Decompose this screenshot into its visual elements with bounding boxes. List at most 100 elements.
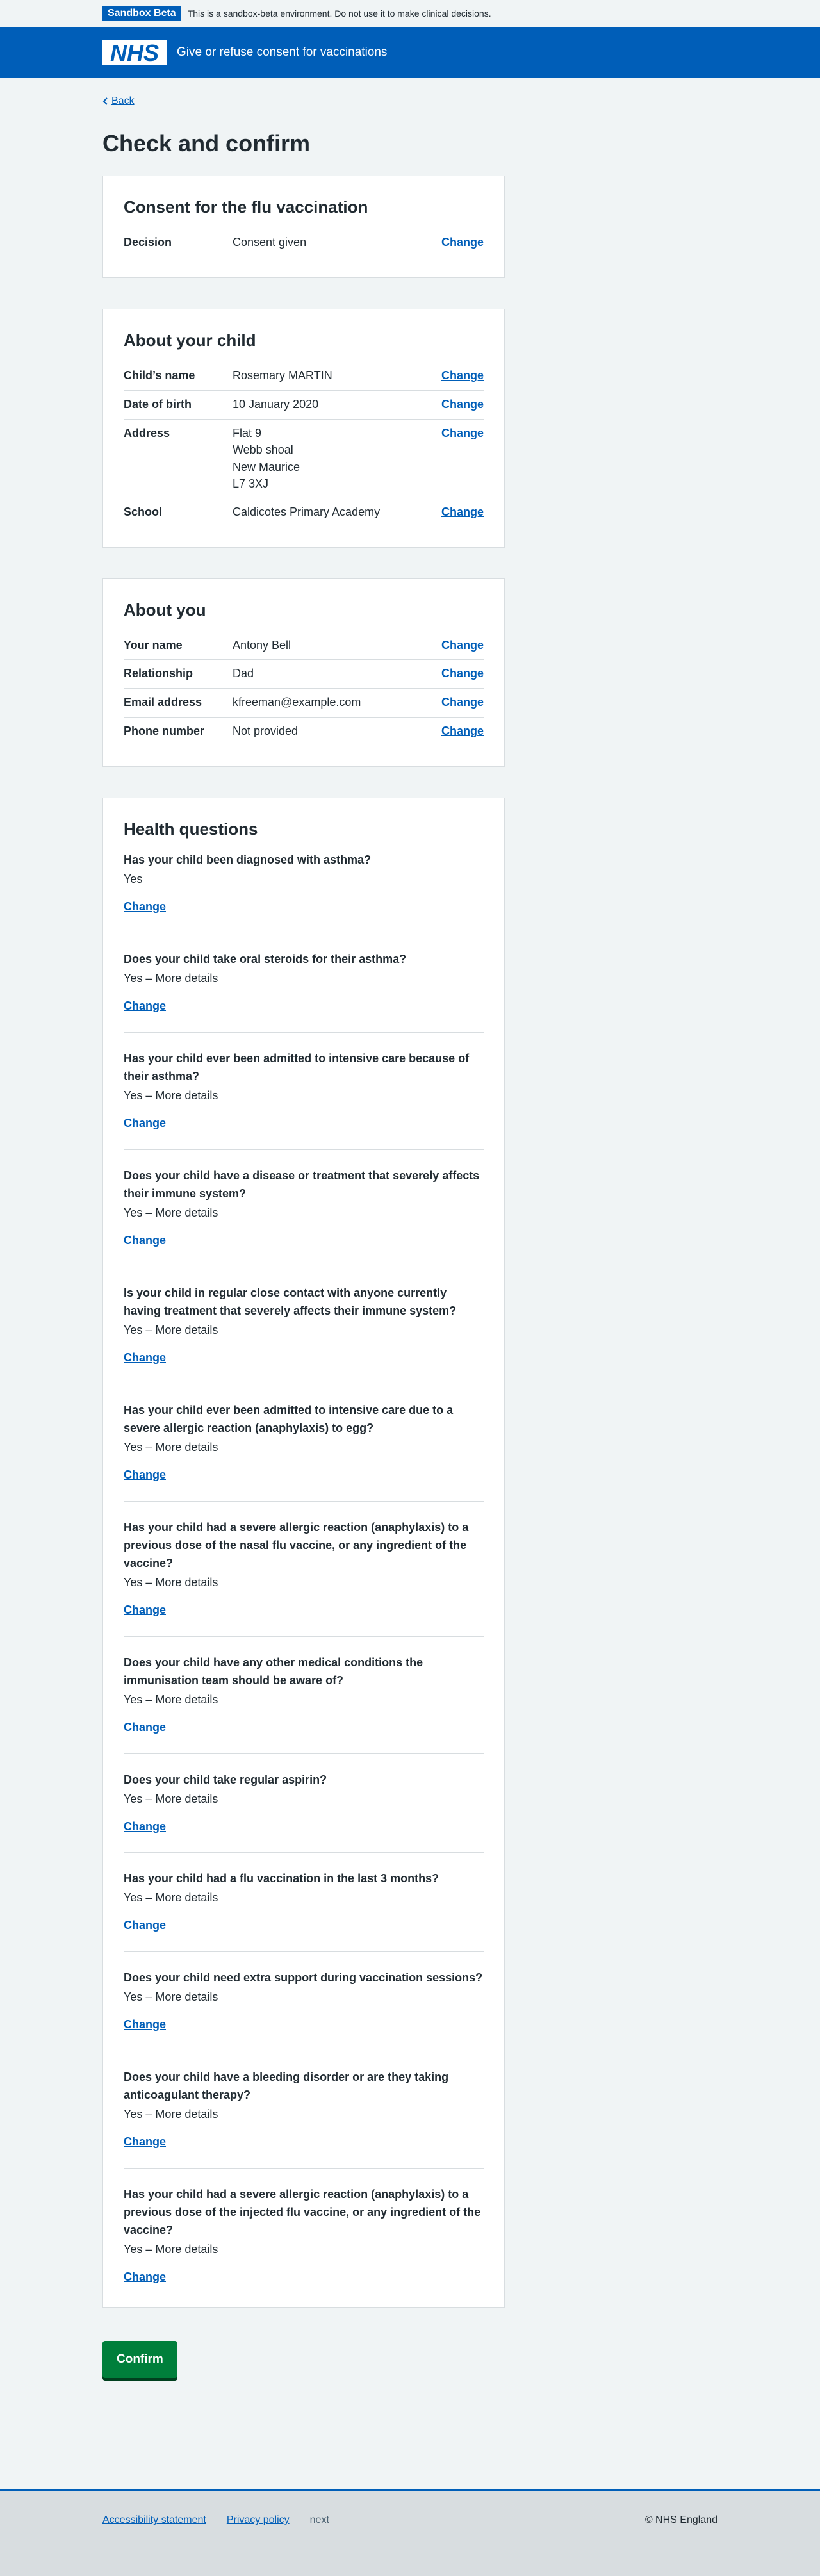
health-answer-text: Yes [124,873,143,886]
summary-value: Caldicotes Primary Academy [233,505,381,518]
summary-action: Change [426,234,484,252]
health-question-text: Does your child take oral steroids for t… [124,953,407,966]
health-question: Has your child ever been admitted to int… [124,1401,484,1502]
change-link[interactable]: Change [441,427,484,439]
health-question-text: Does your child have a disease or treatm… [124,1169,480,1200]
change-link[interactable]: Change [124,2135,166,2148]
health-question: Does your child take oral steroids for t… [124,950,484,1033]
change-link[interactable]: Change [441,369,484,382]
change-link[interactable]: Change [124,999,166,1012]
health-answer-text: Yes – More details [124,1440,218,1454]
summary-row: Relationship Dad Change [124,660,484,689]
child-card: About your child Child’s name Rosemary MA… [102,308,505,548]
footer-link-privacy[interactable]: Privacy policy [227,2513,290,2528]
you-summary-list: Your name Antony Bell Change Relationship Da… [124,632,484,746]
change-link[interactable]: Change [124,1234,166,1247]
footer-link-accessibility[interactable]: Accessibility statement [102,2513,206,2528]
health-question: Does your child have a bleeding disorder… [124,2068,484,2169]
health-answer-text: Yes – More details [124,1693,218,1706]
summary-key: Date of birth [124,397,192,411]
page-title: Check and confirm [102,130,311,156]
change-link[interactable]: Change [441,398,484,411]
nhs-logo-text: NHS [110,40,159,65]
summary-row: Child’s name Rosemary MARTIN Change [124,362,484,391]
change-link[interactable]: Change [441,505,484,518]
health-question-text: Has your child ever been admitted to int… [124,1052,470,1083]
change-link[interactable]: Change [124,900,166,913]
health-answer-text: Yes – More details [124,1089,218,1103]
health-question: Does your child have any other medical c… [124,1653,484,1754]
change-link[interactable]: Change [441,639,484,652]
summary-key: Address [124,426,170,439]
change-link[interactable]: Change [441,696,484,709]
address-line: Flat 9 [233,426,262,439]
summary-action: Change [426,694,484,712]
footer-next-text: next [309,2514,329,2526]
change-link[interactable]: Change [124,2270,166,2283]
footer-links: Accessibility statement Privacy policy n… [102,2513,329,2528]
service-name[interactable]: Give or refuse consent for vaccinations [177,44,387,62]
health-question: Does your child have a disease or treatm… [124,1167,484,1267]
health-question: Does your child take regular aspirin? Yes… [124,1771,484,1853]
summary-row: Email address kfreeman@example.com Change [124,689,484,718]
nhs-logo-icon: NHS [102,40,167,65]
summary-key: School [124,505,163,518]
change-link[interactable]: Change [124,1919,166,1932]
summary-key: Email address [124,696,202,709]
health-question-text: Has your child had a severe allergic rea… [124,1520,469,1570]
health-question-text: Has your child had a flu vaccination in … [124,1872,439,1885]
summary-value: Rosemary MARTIN [233,368,332,382]
consent-card-title: Consent for the flu vaccination [124,197,368,217]
health-answer-text: Yes – More details [124,2108,218,2121]
health-question-text: Has your child been diagnosed with asthm… [124,853,372,867]
change-link[interactable]: Change [124,1117,166,1129]
summary-row: Phone number Not provided Change [124,718,484,746]
change-link[interactable]: Change [441,667,484,680]
change-link[interactable]: Change [441,236,484,249]
change-link[interactable]: Change [441,725,484,737]
summary-value: kfreeman@example.com [233,696,361,709]
summary-value: Consent given [233,236,307,249]
change-link[interactable]: Change [124,2018,166,2031]
change-link[interactable]: Change [124,1820,166,1833]
back-link-label: Back [111,95,135,107]
health-question-text: Is your child in regular close contact w… [124,1286,457,1317]
summary-key: Your name [124,638,183,652]
change-link[interactable]: Change [124,1604,166,1616]
summary-row: Date of birth 10 January 2020 Change [124,391,484,420]
summary-row: Address Flat 9 Webb shoal New Maurice L7 3XJ… [124,420,484,498]
back-link[interactable]: Back [102,94,135,109]
summary-action: Change [426,665,484,683]
health-question: Has your child ever been admitted to int… [124,1049,484,1150]
summary-key: Phone number [124,725,205,738]
address-line: L7 3XJ [233,477,269,491]
health-answer-text: Yes – More details [124,1990,218,2004]
health-question-text: Has your child had a severe allergic rea… [124,2188,481,2237]
health-answer-text: Yes – More details [124,1575,218,1589]
address-line: Webb shoal [233,443,293,457]
change-link[interactable]: Change [124,1468,166,1481]
summary-action: Change [426,396,484,414]
summary-value: Antony Bell [233,638,291,652]
nhs-logo[interactable]: NHS [102,40,167,65]
confirm-button[interactable]: Confirm [102,2341,177,2379]
main-content: Back Check and confirm Consent for the f… [102,78,718,2379]
summary-row: School Caldicotes Primary Academy Change [124,498,484,527]
health-card-title: Health questions [124,819,258,839]
health-question: Has your child been diagnosed with asthm… [124,851,484,934]
change-link[interactable]: Change [124,1351,166,1364]
summary-value: Dad [233,667,254,680]
summary-action: Change [426,504,484,521]
summary-value: Not provided [233,725,299,738]
back-link-container: Back [102,78,505,129]
change-link[interactable]: Change [124,1721,166,1734]
footer-copyright: © NHS England [644,2514,718,2526]
summary-action: Change [426,425,484,493]
health-answer-text: Yes – More details [124,1206,218,1219]
health-question-text: Does your child need extra support durin… [124,1971,483,1985]
site-footer: Accessibility statement Privacy policy n… [0,2489,820,2576]
summary-action: Change [426,723,484,741]
sandbox-text: This is a sandbox-beta environment. Do n… [187,8,491,19]
you-card-title: About you [124,600,206,619]
summary-key: Decision [124,236,172,249]
